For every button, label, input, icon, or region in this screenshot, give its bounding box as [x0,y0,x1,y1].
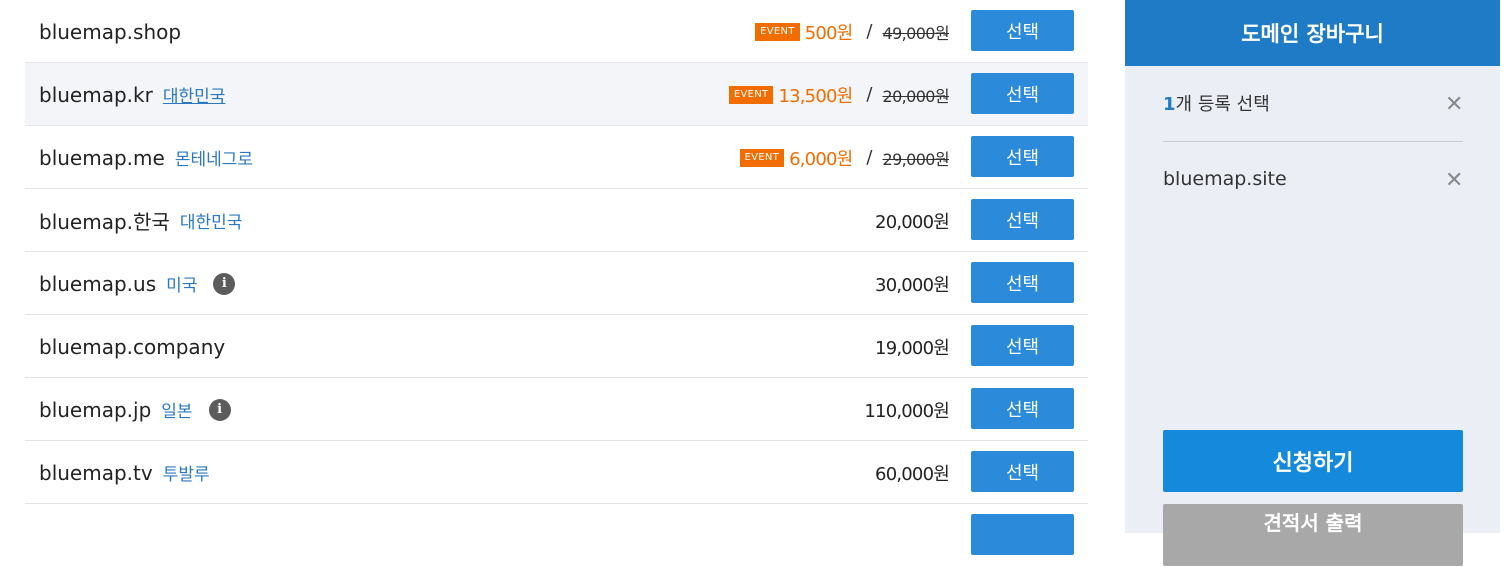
cart-item-name: bluemap.site [1163,168,1287,190]
select-button[interactable] [971,514,1074,555]
price-separator: / [866,21,873,42]
select-button[interactable]: 선택 [971,388,1074,429]
country-label: 일본 [161,402,193,422]
sale-price: 13,500원 [778,85,853,107]
select-button[interactable]: 선택 [971,136,1074,177]
price-cell: EVENT 500원 / 49,000원 [755,0,950,63]
price: 19,000원 [875,337,950,359]
event-badge: EVENT [739,148,785,167]
domain-cell: bluemap.tv 투발루 [39,441,210,504]
price-cell: EVENT 13,500원 / 20,000원 [728,63,950,126]
price-separator: / [866,147,873,168]
country-label: 대한민국 [179,213,243,233]
cart-title: 도메인 장바구니 [1125,0,1500,66]
select-button[interactable]: 선택 [971,451,1074,492]
price: 20,000원 [875,211,950,233]
price-cell: 30,000원 [875,252,950,315]
domain-list: bluemap.shop EVENT 500원 / 49,000원 선택 blu… [25,0,1088,567]
domain-cell: bluemap.한국 대한민국 [39,189,242,252]
original-price: 29,000원 [882,149,949,169]
cart-count-number: 1 [1163,94,1176,115]
domain-row-shop: bluemap.shop EVENT 500원 / 49,000원 선택 [25,0,1088,63]
price-cell: 19,000원 [875,315,950,378]
domain-cell: bluemap.kr 대한민국 [39,63,225,126]
event-badge: EVENT [728,85,774,104]
cart-count-label: 개 등록 선택 [1175,94,1270,115]
domain-row-me: bluemap.me 몬테네그로 EVENT 6,000원 / 29,000원 … [25,126,1088,189]
price: 60,000원 [875,463,950,485]
domain-cell: bluemap.company [39,315,225,378]
domain-cell: bluemap.shop [39,0,181,63]
select-button[interactable]: 선택 [971,199,1074,240]
cart-divider [1163,141,1463,142]
domain-name: bluemap.me [39,145,165,170]
domain-row-us: bluemap.us 미국 i 30,000원 선택 [25,252,1088,315]
domain-name: bluemap.us [39,271,157,296]
domain-name: bluemap.한국 [39,210,170,234]
country-label: 몬테네그로 [174,150,254,170]
print-quote-button[interactable]: 견적서 출력 [1163,504,1463,566]
sale-price: 500원 [804,22,854,44]
select-button[interactable]: 선택 [971,325,1074,366]
domain-cart-panel: 도메인 장바구니 1개 등록 선택 ✕ bluemap.site ✕ 신청하기 … [1125,0,1500,566]
info-icon[interactable]: i [213,272,236,295]
select-button[interactable]: 선택 [971,73,1074,114]
price: 30,000원 [875,274,950,296]
domain-row-hanguk: bluemap.한국 대한민국 20,000원 선택 [25,189,1088,252]
remove-item-icon[interactable]: ✕ [1445,170,1463,192]
domain-name: bluemap.shop [39,19,182,44]
original-price: 20,000원 [882,86,949,106]
domain-row-partial [25,504,1088,567]
domain-name: bluemap.jp [39,397,152,422]
event-badge: EVENT [755,22,800,41]
domain-row-kr: bluemap.kr 대한민국 EVENT 13,500원 / 20,000원 … [25,63,1088,126]
select-button[interactable]: 선택 [971,262,1074,303]
select-button[interactable]: 선택 [971,10,1074,51]
domain-name: bluemap.kr [39,82,153,107]
sale-price: 6,000원 [789,148,853,170]
country-label: 미국 [166,276,198,296]
domain-row-jp: bluemap.jp 일본 i 110,000원 선택 [25,378,1088,441]
price-cell: 60,000원 [875,441,950,504]
original-price: 49,000원 [882,23,949,43]
price-cell: 20,000원 [875,189,950,252]
price-separator: / [866,84,873,105]
domain-name: bluemap.tv [39,460,153,485]
domain-row-company: bluemap.company 19,000원 선택 [25,315,1088,378]
domain-cell: bluemap.us 미국 i [39,252,236,315]
domain-cell: bluemap.jp 일본 i [39,378,231,441]
price-cell: EVENT 6,000원 / 29,000원 [739,126,950,189]
domain-row-tv: bluemap.tv 투발루 60,000원 선택 [25,441,1088,504]
country-label: 투발루 [162,465,210,485]
domain-name: bluemap.company [39,334,226,359]
domain-cell: bluemap.me 몬테네그로 [39,126,253,189]
apply-button[interactable]: 신청하기 [1163,430,1463,492]
cart-selection-count: 1개 등록 선택 [1163,90,1463,116]
country-link[interactable]: 대한민국 [163,82,226,107]
price-cell: 110,000원 [864,378,949,441]
clear-all-icon[interactable]: ✕ [1445,94,1463,116]
price: 110,000원 [864,400,949,422]
info-icon[interactable]: i [208,398,231,421]
